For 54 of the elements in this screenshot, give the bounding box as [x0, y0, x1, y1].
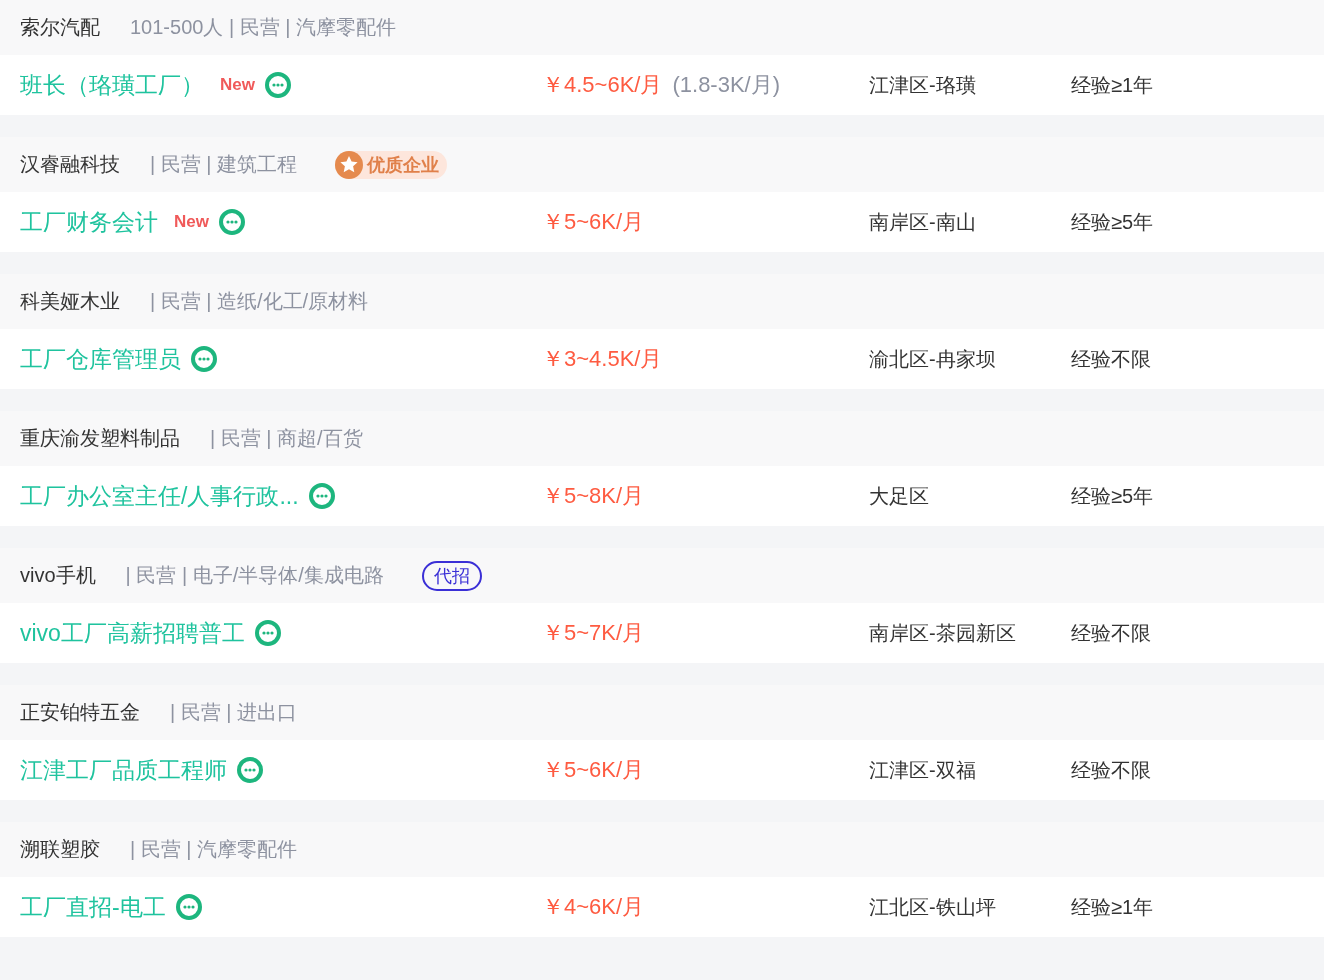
job-row[interactable]: 工厂财务会计 New ￥5~6K/月 南岸区-南山 经验≥5年: [0, 192, 1324, 252]
chat-icon[interactable]: [237, 757, 263, 783]
experience: 经验≥1年: [1071, 72, 1154, 98]
job-row[interactable]: vivo工厂高薪招聘普工 ￥5~7K/月 南岸区-茶园新区 经验不限: [0, 603, 1324, 663]
salary: ￥4~6K/月: [542, 893, 645, 921]
experience: 经验≥5年: [1071, 483, 1154, 509]
job-row[interactable]: 江津工厂品质工程师 ￥5~6K/月 江津区-双福 经验不限: [0, 740, 1324, 800]
experience: 经验不限: [1071, 346, 1151, 372]
new-tag: New: [174, 212, 209, 232]
job-row[interactable]: 工厂直招-电工 ￥4~6K/月 江北区-铁山坪 经验≥1年: [0, 877, 1324, 937]
chat-icon[interactable]: [264, 72, 291, 98]
experience: 经验≥1年: [1071, 894, 1154, 920]
company-name[interactable]: vivo手机: [20, 562, 96, 589]
job-row[interactable]: 工厂仓库管理员 ￥3~4.5K/月 渝北区-冉家坝 经验不限: [0, 329, 1324, 389]
salary: ￥5~6K/月: [542, 756, 645, 784]
company-meta: | 民营 | 造纸/化工/原材料: [150, 289, 369, 314]
job-location: 江津区-双福: [869, 757, 977, 783]
experience: 经验≥5年: [1071, 209, 1154, 235]
salary: ￥5~7K/月: [542, 619, 645, 647]
job-location: 大足区: [869, 483, 930, 509]
experience: 经验不限: [1071, 757, 1151, 783]
job-location: 南岸区-南山: [869, 209, 977, 235]
company-name[interactable]: 重庆渝发塑料制品: [20, 425, 180, 452]
salary: ￥5~6K/月: [542, 208, 645, 236]
job-location: 南岸区-茶园新区: [869, 620, 1017, 646]
company-name[interactable]: 科美娅木业: [20, 288, 120, 315]
new-tag: New: [220, 75, 255, 95]
job-location: 江津区-珞璜: [869, 72, 977, 98]
chat-icon[interactable]: [308, 483, 335, 509]
salary: ￥3~4.5K/月: [542, 345, 663, 373]
salary: ￥5~8K/月: [542, 482, 645, 510]
chat-icon[interactable]: [254, 620, 281, 646]
job-row[interactable]: 工厂办公室主任/人事行政... ￥5~8K/月 大足区 经验≥5年: [0, 466, 1324, 526]
chat-icon[interactable]: [191, 346, 217, 372]
job-row[interactable]: 班长（珞璜工厂） New ￥4.5~6K/月 (1.8-3K/月) 江津区-珞璜 经验≥1年: [0, 55, 1324, 115]
company-meta: | 民营 | 进出口: [170, 700, 298, 725]
company-name[interactable]: 汉睿融科技: [20, 151, 120, 178]
experience: 经验不限: [1071, 620, 1151, 646]
company-meta: | 民营 | 汽摩零配件: [130, 837, 298, 862]
job-location: 江北区-铁山坪: [869, 894, 997, 920]
company-meta: | 民营 | 商超/百货: [210, 426, 363, 451]
company-meta: | 民营 | 电子/半导体/集成电路: [125, 563, 384, 588]
company-name[interactable]: 正安铂特五金: [20, 699, 140, 726]
agency-badge: 代招: [421, 560, 482, 591]
badge-label: 优质企业: [367, 153, 440, 177]
salary-extra: (1.8-3K/月): [672, 71, 781, 99]
company-meta: | 民营 | 建筑工程: [150, 152, 298, 177]
chat-icon[interactable]: [175, 894, 202, 920]
company-name[interactable]: 索尔汽配: [20, 14, 100, 41]
company-name[interactable]: 溯联塑胶: [20, 836, 100, 863]
company-meta: 101-500人 | 民营 | 汽摩零配件: [130, 15, 396, 40]
job-location: 渝北区-冉家坝: [869, 346, 997, 372]
salary: ￥4.5~6K/月: [542, 71, 663, 99]
chat-icon[interactable]: [218, 209, 245, 235]
